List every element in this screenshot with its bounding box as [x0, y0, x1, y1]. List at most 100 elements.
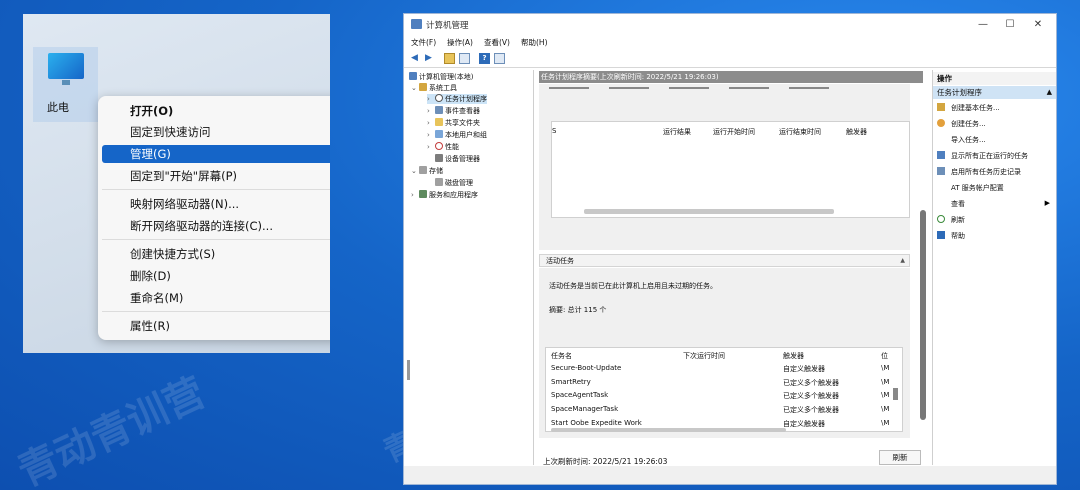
tree-label: 系统工具 [429, 84, 457, 92]
action-label: 创建基本任务... [951, 104, 1000, 112]
horizontal-scrollbar[interactable] [584, 209, 834, 214]
menu-view[interactable]: 查看(V) [484, 37, 510, 48]
table-cell-trigger: 已定义多个触发器 [783, 392, 839, 400]
menu-divider [102, 311, 330, 312]
menu-item-delete[interactable]: 删除(D) [102, 267, 330, 285]
action-refresh[interactable]: 刷新 [937, 215, 965, 225]
task-summary: 摘要: 总计 115 个 [549, 306, 607, 314]
action-label: 刷新 [951, 216, 965, 224]
tree-item-shared-folders[interactable]: › 共享文件夹 [427, 118, 480, 128]
title-bar[interactable]: 计算机管理 — ☐ ✕ [404, 14, 1056, 36]
collapse-chevron-icon[interactable]: › [427, 119, 435, 127]
action-pane-icon[interactable] [494, 53, 505, 64]
menu-file[interactable]: 文件(F) [411, 37, 436, 48]
menu-item-map-drive[interactable]: 映射网络驱动器(N)... [102, 195, 330, 213]
column-header[interactable]: 位 [881, 351, 888, 361]
menu-item-pin-quick-access[interactable]: 固定到快速访问 [102, 123, 330, 141]
blank-icon [937, 135, 945, 143]
menu-help[interactable]: 帮助(H) [521, 37, 548, 48]
splitter-handle[interactable] [407, 360, 410, 380]
help-icon[interactable]: ? [479, 53, 490, 64]
menu-item-open[interactable]: 打开(O) [102, 102, 330, 120]
collapse-chevron-icon[interactable]: › [427, 131, 435, 139]
minimize-button[interactable]: — [969, 17, 997, 33]
table-cell-name[interactable]: Start Oobe Expedite Work [551, 419, 642, 427]
action-help[interactable]: 帮助 [937, 231, 965, 241]
tree-item-storage[interactable]: ⌄ 存储 [411, 166, 443, 176]
toolbar: ◀ ▶ ? [404, 50, 1056, 68]
active-tasks-table: 任务名 下次运行时间 触发器 位 Secure-Boot-Update 自定义触… [545, 347, 903, 432]
action-at-service-account[interactable]: AT 服务帐户配置 [937, 183, 1004, 193]
action-create-basic-task[interactable]: 创建基本任务... [937, 103, 1000, 113]
table-vertical-scrollbar[interactable] [893, 388, 898, 400]
forward-arrow-icon[interactable]: ▶ [423, 53, 434, 64]
summary-header: 任务计划程序摘要(上次刷新时间: 2022/5/21 19:26:03) [539, 71, 923, 83]
column-header[interactable]: 运行开始时间 [713, 127, 755, 137]
column-header[interactable]: 运行结束时间 [779, 127, 821, 137]
tree-item-disk-management[interactable]: 磁盘管理 [435, 178, 473, 188]
menu-item-manage[interactable]: 管理(G) [102, 145, 330, 163]
menu-item-create-shortcut[interactable]: 创建快捷方式(S) [102, 245, 330, 263]
collapse-arrow-icon[interactable]: ▲ [1047, 86, 1052, 99]
tree-item-performance[interactable]: › 性能 [427, 142, 459, 152]
collapse-chevron-icon[interactable]: › [427, 95, 435, 103]
desktop-icon-label: 此电 [47, 101, 69, 114]
tree-item-system-tools[interactable]: ⌄ 系统工具 [411, 83, 457, 93]
table-cell-trigger: 已定义多个触发器 [783, 406, 839, 414]
close-button[interactable]: ✕ [1024, 17, 1052, 33]
table-cell-name[interactable]: SmartRetry [551, 378, 591, 386]
active-tasks-panel: 活动任务是当前已在此计算机上启用且未过期的任务。 摘要: 总计 115 个 任务… [539, 268, 910, 438]
tree-label: 存储 [429, 167, 443, 175]
tree-item-services-apps[interactable]: › 服务和应用程序 [411, 190, 478, 200]
menu-item-rename[interactable]: 重命名(M) [102, 289, 330, 307]
window-title: 计算机管理 [426, 21, 469, 31]
table-cell-name[interactable]: Secure-Boot-Update [551, 364, 621, 372]
action-view[interactable]: 查看 [937, 199, 965, 209]
this-pc-desktop-icon[interactable]: 此电 [33, 47, 98, 122]
menu-item-disconnect-drive[interactable]: 断开网络驱动器的连接(C)... [102, 217, 330, 235]
maximize-button[interactable]: ☐ [996, 17, 1024, 33]
menu-item-properties[interactable]: 属性(R) [102, 317, 330, 335]
action-create-task[interactable]: 创建任务... [937, 119, 986, 129]
expand-chevron-icon[interactable]: ⌄ [411, 84, 419, 92]
computer-management-window: 计算机管理 — ☐ ✕ 文件(F) 操作(A) 查看(V) 帮助(H) ◀ ▶ … [403, 13, 1057, 485]
computer-management-icon [411, 19, 422, 29]
table-cell-name[interactable]: SpaceManagerTask [551, 405, 618, 413]
action-label: 创建任务... [951, 120, 986, 128]
collapse-chevron-icon[interactable]: › [427, 107, 435, 115]
center-vertical-scrollbar[interactable] [920, 210, 926, 420]
active-tasks-header[interactable]: 活动任务 ▲ [539, 254, 910, 267]
collapse-chevron-icon[interactable]: › [411, 191, 419, 199]
column-header[interactable]: 触发器 [783, 351, 804, 361]
action-show-running[interactable]: 显示所有正在运行的任务 [937, 151, 1028, 161]
collapse-chevron-icon[interactable]: › [427, 143, 435, 151]
refresh-button[interactable]: 刷新 [879, 450, 921, 465]
tree-root[interactable]: 计算机管理(本地) [409, 72, 473, 82]
expand-chevron-icon[interactable]: ⌄ [411, 167, 419, 175]
action-enable-history[interactable]: 启用所有任务历史记录 [937, 167, 1021, 177]
column-header[interactable]: 运行结果 [663, 127, 691, 137]
show-hide-tree-icon[interactable] [459, 53, 470, 64]
tree-item-event-viewer[interactable]: › 事件查看器 [427, 106, 480, 116]
column-header[interactable]: S [552, 127, 556, 135]
up-folder-icon[interactable] [444, 53, 455, 64]
menu-item-pin-start[interactable]: 固定到"开始"屏幕(P) [102, 167, 330, 185]
back-arrow-icon[interactable]: ◀ [409, 53, 420, 64]
collapse-arrow-icon[interactable]: ▲ [900, 255, 905, 267]
tree-item-task-scheduler[interactable]: › 任务计划程序 [427, 94, 487, 104]
table-horizontal-scrollbar[interactable] [551, 428, 786, 432]
tree-item-device-manager[interactable]: 设备管理器 [435, 154, 480, 164]
actions-subheader[interactable]: 任务计划程序 ▲ [933, 86, 1056, 99]
column-header[interactable]: 下次运行时间 [683, 351, 725, 361]
table-cell-name[interactable]: SpaceAgentTask [551, 391, 608, 399]
menu-action[interactable]: 操作(A) [447, 37, 473, 48]
tree-label: 本地用户和组 [445, 131, 487, 139]
submenu-arrow-icon[interactable]: ▶ [1045, 199, 1050, 207]
tree-item-local-users[interactable]: › 本地用户和组 [427, 130, 487, 140]
task-status-panel: S 运行结果 运行开始时间 运行结束时间 触发器 [539, 84, 910, 250]
monitor-stand [62, 80, 70, 85]
column-header[interactable]: 触发器 [846, 127, 867, 137]
column-header[interactable]: 任务名 [551, 351, 572, 361]
action-import-task[interactable]: 导入任务... [937, 135, 986, 145]
help-icon [937, 231, 945, 239]
